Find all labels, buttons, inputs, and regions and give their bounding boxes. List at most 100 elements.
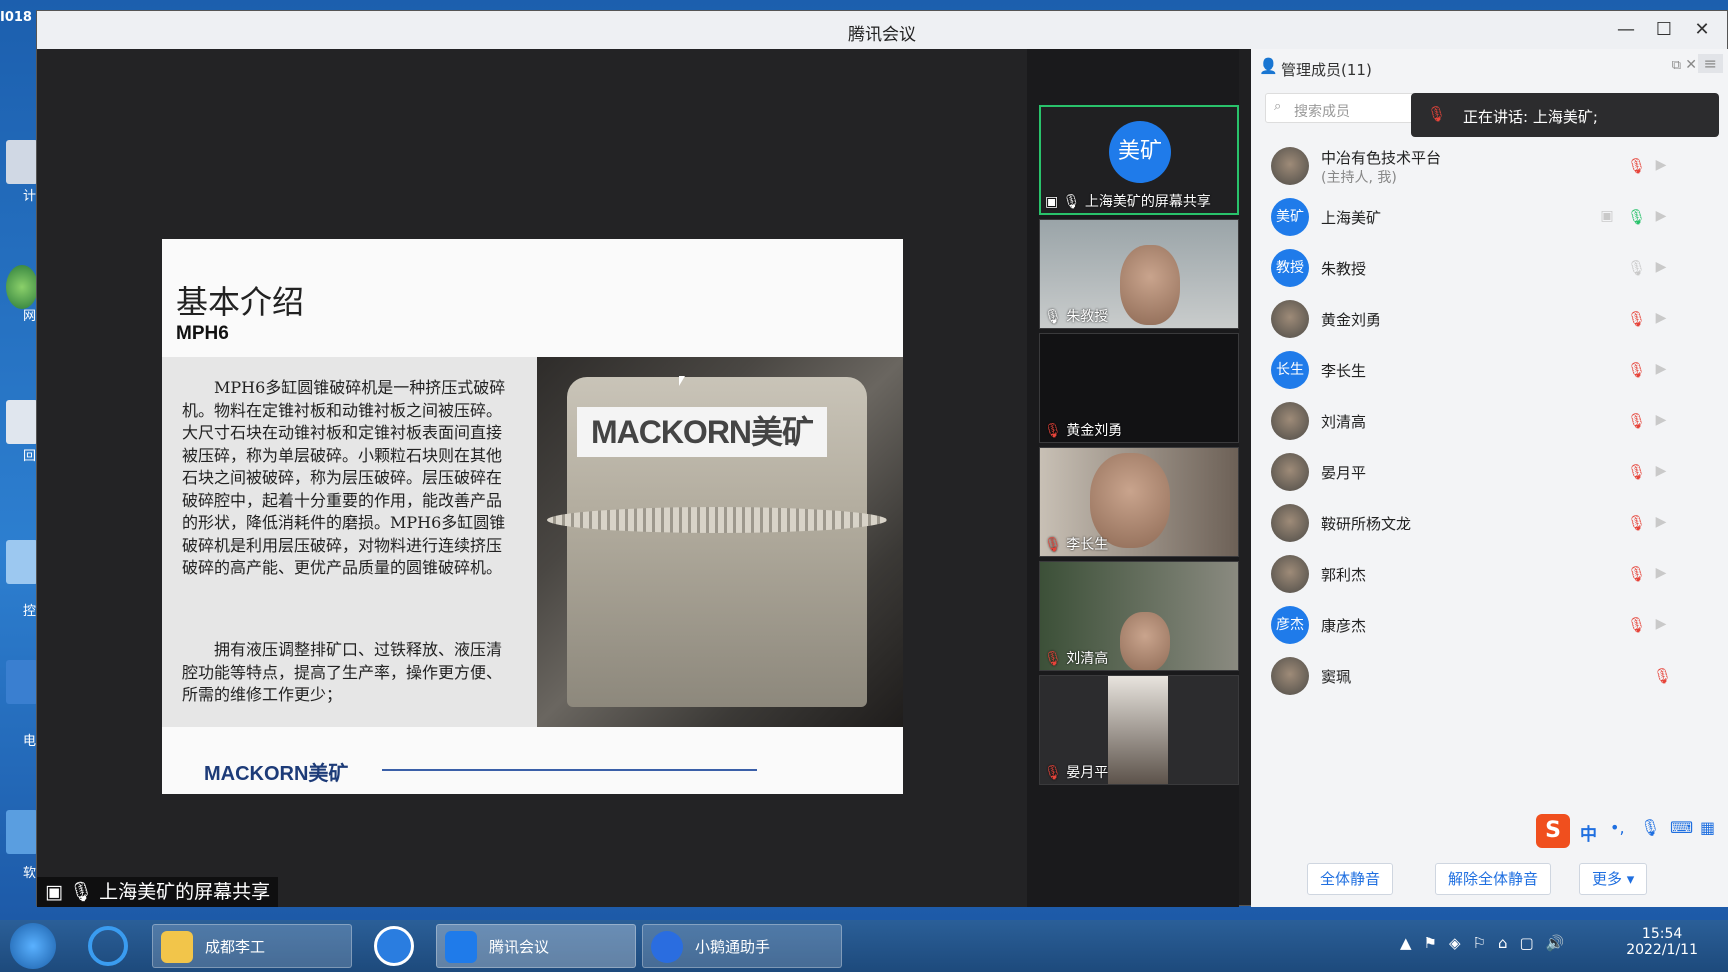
video-tile[interactable]: 🎙 晏月平 <box>1039 675 1239 785</box>
taskbar-item-label: 成都李工 <box>205 938 266 956</box>
avatar: 长生 <box>1271 351 1309 389</box>
system-tray[interactable]: ▲⚑◈⚐⌂▢🔊 <box>1400 934 1576 952</box>
camera-off-icon[interactable]: ▶ <box>1651 157 1671 175</box>
folder-icon <box>161 931 193 963</box>
close-button[interactable]: ✕ <box>1687 17 1717 43</box>
mic-muted-icon[interactable]: 🎙 <box>1627 157 1646 175</box>
camera-off-icon[interactable]: ▶ <box>1651 310 1671 328</box>
desktop-label: 软 <box>22 866 36 881</box>
mute-all-button[interactable]: 全体静音 <box>1307 863 1394 895</box>
software-icon[interactable] <box>6 810 38 854</box>
member-row[interactable]: 教授 朱教授 🎙 ▶ <box>1271 243 1711 293</box>
sogou-browser-icon[interactable] <box>374 926 414 966</box>
shield-icon[interactable] <box>6 660 38 704</box>
meeting-window: 腾讯会议 — ☐ ✕ 基本介绍 MPH6 MPH6多缸圆锥破碎机是一种挤压式破碎… <box>36 10 1728 907</box>
punctuation-icon[interactable]: •, <box>1610 818 1625 837</box>
member-name: 窦珮 <box>1321 668 1352 686</box>
video-tile[interactable]: 🎙 黄金刘勇 <box>1039 333 1239 443</box>
mic-icon[interactable]: 🎙 <box>1627 208 1646 226</box>
recycle-bin-icon[interactable] <box>6 400 38 444</box>
member-name: 黄金刘勇 <box>1321 311 1382 329</box>
video-tile[interactable]: 美矿 ▣ 🎙 上海美矿的屏幕共享 <box>1039 105 1239 215</box>
member-row[interactable]: 美矿 上海美矿 ▣ 🎙 ▶ <box>1271 192 1711 242</box>
presentation-slide: 基本介绍 MPH6 MPH6多缸圆锥破碎机是一种挤压式破碎机。物料在定锥衬板和动… <box>162 239 903 794</box>
member-name: 刘清高 <box>1321 413 1367 431</box>
taskbar-item-label: 腾讯会议 <box>489 938 550 956</box>
member-row[interactable]: 晏月平 🎙 ▶ <box>1271 447 1711 497</box>
panel-menu-icon[interactable]: ≡ <box>1697 54 1723 73</box>
screen-share-icon: ▣ 🎙 <box>45 881 100 903</box>
member-name: 上海美矿 <box>1321 209 1382 227</box>
window-title: 腾讯会议 <box>848 25 916 45</box>
member-role: (主持人, 我) <box>1321 170 1397 186</box>
mic-muted-icon[interactable]: 🎙 <box>1627 463 1646 481</box>
member-row[interactable]: 中冶有色技术平台 (主持人, 我) 🎙 ▶ <box>1271 141 1711 191</box>
tile-name: 🎙 李长生 <box>1044 537 1109 553</box>
mic-muted-icon[interactable]: 🎙 <box>1653 667 1672 685</box>
mic-muted-icon[interactable]: 🎙 <box>1627 361 1646 379</box>
member-name: 鞍研所杨文龙 <box>1321 515 1412 533</box>
video-tile[interactable]: 🎙 刘清高 <box>1039 561 1239 671</box>
start-button[interactable] <box>10 923 56 969</box>
speaking-indicator: 🎙 正在讲话: 上海美矿; <box>1411 93 1719 137</box>
camera-off-icon[interactable]: ▶ <box>1651 463 1671 481</box>
taskbar-item-label: 小鹅通助手 <box>695 938 771 956</box>
input-method-toolbar[interactable]: S 中 •, 🎙 ⌨ ▦ <box>1536 814 1726 848</box>
ie-icon[interactable] <box>88 926 128 966</box>
camera-off-icon[interactable]: ▶ <box>1651 616 1671 634</box>
title-bar[interactable]: 腾讯会议 — ☐ ✕ <box>37 11 1727 49</box>
camera-off-icon[interactable]: ▶ <box>1651 361 1671 379</box>
ime-mode-label[interactable]: 中 <box>1580 820 1597 845</box>
camera-off-icon[interactable]: ▶ <box>1651 565 1671 583</box>
taskbar-item-meeting[interactable]: 腾讯会议 <box>436 924 636 968</box>
taskbar-item-folder[interactable]: 成都李工 <box>152 924 352 968</box>
control-panel-icon[interactable] <box>6 540 38 584</box>
share-label: ▣ 🎙 上海美矿的屏幕共享 <box>37 877 279 907</box>
clock[interactable]: 15:54 2022/1/11 <box>1626 926 1698 958</box>
slide-text-box: MPH6多缸圆锥破碎机是一种挤压式破碎机。物料在定锥衬板和动锥衬板之间被压碎。大… <box>162 357 537 727</box>
microphone-icon[interactable]: 🎙 <box>1640 818 1660 837</box>
screen-share-area[interactable]: 基本介绍 MPH6 MPH6多缸圆锥破碎机是一种挤压式破碎机。物料在定锥衬板和动… <box>37 49 1027 907</box>
computer-icon[interactable] <box>6 140 38 184</box>
member-name: 朱教授 <box>1321 260 1367 278</box>
camera-off-icon[interactable]: ▶ <box>1651 208 1671 226</box>
screen-share-icon: ▣ <box>1600 208 1614 224</box>
keyboard-icon[interactable]: ⌨ <box>1670 818 1693 837</box>
mic-icon[interactable]: 🎙 <box>1627 259 1646 277</box>
minimize-button[interactable]: — <box>1611 17 1641 43</box>
footer-logo: MACKORN美矿 <box>204 763 349 785</box>
camera-off-icon[interactable]: ▶ <box>1651 514 1671 532</box>
share-label-text: 上海美矿的屏幕共享 <box>99 881 271 903</box>
mic-muted-icon[interactable]: 🎙 <box>1627 616 1646 634</box>
slide-subheading: MPH6 <box>176 323 229 344</box>
mic-muted-icon[interactable]: 🎙 <box>1627 514 1646 532</box>
sogou-icon[interactable]: S <box>1536 814 1570 848</box>
member-row[interactable]: 刘清高 🎙 ▶ <box>1271 396 1711 446</box>
grid-icon[interactable]: ▦ <box>1700 818 1715 837</box>
desktop-label: 电 <box>22 734 36 749</box>
member-row[interactable]: 窦珮 🎙 <box>1271 651 1711 701</box>
desktop-label: 回 <box>22 449 36 464</box>
camera-off-icon[interactable]: ▶ <box>1651 259 1671 277</box>
camera-off-icon[interactable]: ▶ <box>1651 412 1671 430</box>
more-button[interactable]: 更多 ▾ <box>1579 863 1648 895</box>
avatar <box>1271 300 1309 338</box>
popout-icon[interactable]: ⧉ <box>1672 58 1681 73</box>
unmute-all-button[interactable]: 解除全体静音 <box>1435 863 1552 895</box>
video-tile[interactable]: 🎙 李长生 <box>1039 447 1239 557</box>
mic-muted-icon[interactable]: 🎙 <box>1627 565 1646 583</box>
mic-muted-icon[interactable]: 🎙 <box>1627 310 1646 328</box>
video-tile[interactable]: 🎙 朱教授 <box>1039 219 1239 329</box>
search-input[interactable]: ⌕ 搜索成员 <box>1265 93 1415 123</box>
member-row[interactable]: 郭利杰 🎙 ▶ <box>1271 549 1711 599</box>
member-row[interactable]: 黄金刘勇 🎙 ▶ <box>1271 294 1711 344</box>
slide-heading: 基本介绍 <box>176 283 305 321</box>
maximize-button[interactable]: ☐ <box>1649 17 1679 43</box>
member-row[interactable]: 鞍研所杨文龙 🎙 ▶ <box>1271 498 1711 548</box>
member-row[interactable]: 彦杰 康彦杰 🎙 ▶ <box>1271 600 1711 650</box>
member-row[interactable]: 长生 李长生 🎙 ▶ <box>1271 345 1711 395</box>
network-icon[interactable] <box>6 265 38 309</box>
taskbar-item-assistant[interactable]: 小鹅通助手 <box>642 924 842 968</box>
panel-close-icon[interactable]: ✕ <box>1685 57 1697 73</box>
mic-muted-icon[interactable]: 🎙 <box>1627 412 1646 430</box>
